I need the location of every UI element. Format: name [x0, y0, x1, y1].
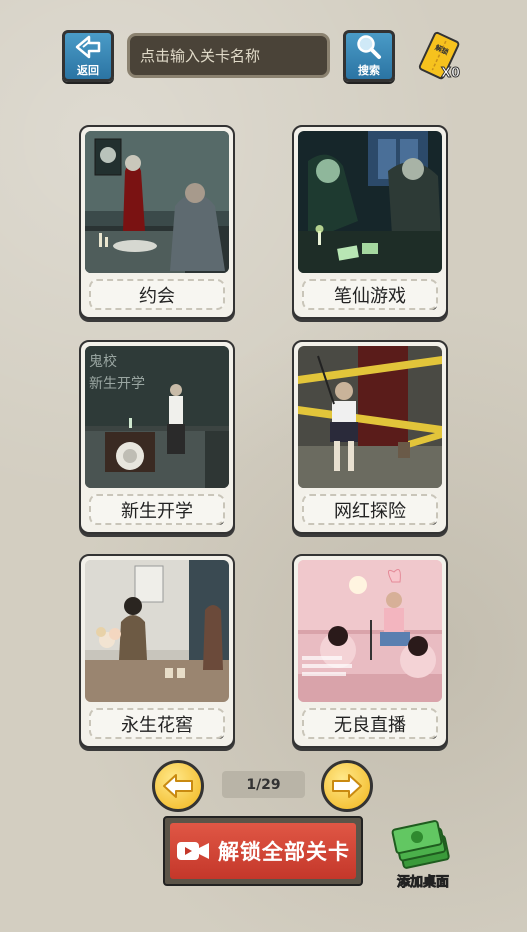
level-card-6[interactable]: 无良直播	[292, 554, 448, 748]
prev-page-button[interactable]	[152, 760, 204, 812]
level-image-school: 鬼校 新生开学	[85, 346, 229, 488]
level-card-3[interactable]: 鬼校 新生开学 新生开学	[79, 340, 235, 534]
search-input[interactable]	[127, 33, 330, 78]
scene-text-2: 新生开学	[89, 376, 145, 392]
level-title: 约会	[89, 279, 225, 310]
level-card-2[interactable]: 笔仙游戏	[292, 125, 448, 319]
add-desktop-label: 添加桌面	[396, 875, 450, 891]
level-image-livestream	[298, 560, 442, 702]
scene-text-1: 鬼校	[89, 353, 117, 370]
search-icon	[357, 35, 381, 59]
level-title: 无良直播	[302, 708, 438, 739]
level-card-5[interactable]: 永生花窖	[79, 554, 235, 748]
level-title: 笔仙游戏	[302, 279, 438, 310]
back-label: 返回	[77, 64, 99, 77]
money-icon	[391, 820, 450, 869]
arrow-left-icon	[163, 774, 193, 798]
arrow-right-icon	[332, 774, 362, 798]
level-title: 永生花窖	[89, 708, 225, 739]
level-image-date	[85, 131, 229, 273]
next-page-button[interactable]	[321, 760, 373, 812]
video-icon	[177, 842, 209, 860]
level-title: 网红探险	[302, 494, 438, 525]
back-icon	[75, 35, 101, 59]
level-card-1[interactable]: 约会	[79, 125, 235, 319]
unlock-all-button[interactable]: 解锁全部关卡	[163, 816, 363, 886]
ticket-count: X0	[440, 66, 461, 82]
add-desktop-button[interactable]: 添加桌面	[386, 818, 460, 890]
page-indicator: 1/29	[222, 771, 305, 798]
search-label: 搜索	[358, 64, 380, 77]
unlock-all-label: 解锁全部关卡	[218, 840, 350, 864]
level-title: 新生开学	[89, 494, 225, 525]
search-button[interactable]: 搜索	[343, 30, 395, 82]
level-image-flowers	[85, 560, 229, 702]
back-button[interactable]: 返回	[62, 30, 114, 82]
level-image-influencer	[298, 346, 442, 488]
level-card-4[interactable]: 网红探险	[292, 340, 448, 534]
level-image-ouija	[298, 131, 442, 273]
